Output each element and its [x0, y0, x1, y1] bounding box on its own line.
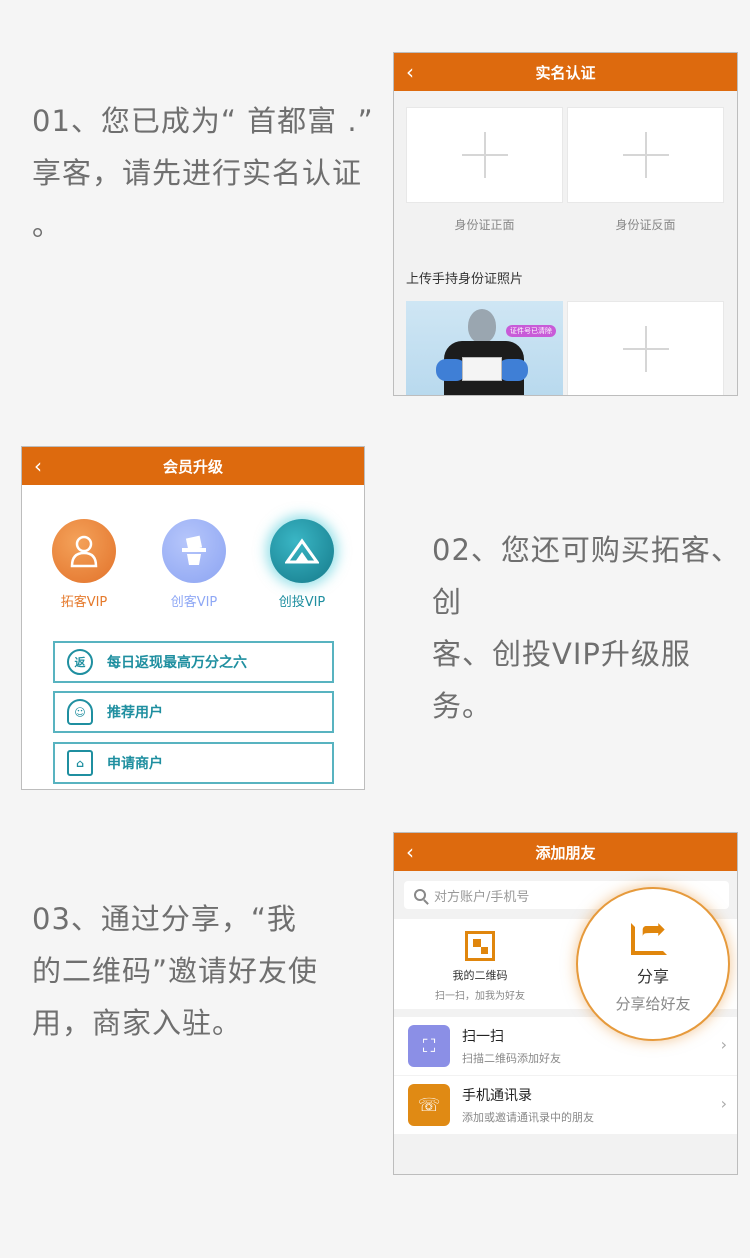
qr-code-icon: [465, 931, 495, 961]
store-icon: ⌂: [67, 750, 93, 776]
glove-right: [498, 359, 528, 381]
list-subtitle: 添加或邀请通讯录中的朋友: [462, 1111, 594, 1124]
list-title: 扫一扫: [462, 1029, 504, 1045]
step3-text: 03、通过分享，“我 的二维码”邀请好友使 用，商家入驻。: [32, 893, 318, 1049]
cashback-button[interactable]: 返 每日返现最高万分之六: [53, 641, 334, 683]
step1-line: 享客，请先进行实名认证: [32, 156, 363, 190]
phonebook-icon: ☏: [408, 1084, 450, 1126]
id-card: [462, 357, 502, 381]
chevron-left-icon[interactable]: ‹: [34, 454, 42, 478]
button-label: 每日返现最高万分之六: [107, 655, 247, 671]
step1-line: 01、您已成为“ 首都富 .”: [32, 104, 374, 138]
chevron-right-icon: ›: [720, 1094, 727, 1113]
scan-icon: ⛶: [408, 1025, 450, 1067]
vip-tier-chuangke[interactable]: 创客VIP: [162, 519, 226, 610]
button-label: 申请商户: [107, 756, 163, 772]
step2-text: 02、您还可购买拓客、创 客、创投VIP升级服务。: [432, 524, 750, 732]
id-back-upload[interactable]: [567, 107, 724, 203]
user-icon: ☺: [67, 699, 93, 725]
step1-line: 。: [32, 208, 63, 242]
list-subtitle: 扫描二维码添加好友: [462, 1052, 561, 1065]
step2-line: 02、您还可购买拓客、创: [432, 533, 741, 619]
list-title: 手机通讯录: [462, 1088, 532, 1104]
vip-tier-label: 创客VIP: [170, 595, 218, 610]
qr-subtitle: 扫一扫，加我为好友: [435, 991, 525, 1002]
apply-merchant-button[interactable]: ⌂ 申请商户: [53, 742, 334, 784]
share-icon: ➦: [631, 915, 675, 955]
handheld-section-label: 上传手持身份证照片: [406, 272, 524, 287]
step2-line: 客、创投VIP升级服务。: [432, 637, 691, 723]
vip-tier-tuoke[interactable]: 拓客VIP: [52, 519, 116, 610]
share-title: 分享: [636, 967, 669, 986]
plus-icon: [461, 132, 508, 178]
step3-line: 03、通过分享，“我: [32, 902, 297, 936]
step1-text: 01、您已成为“ 首都富 .” 享客，请先进行实名认证 。: [32, 95, 374, 251]
user-icon: [52, 519, 116, 583]
vip-tier-label: 拓客VIP: [60, 595, 108, 610]
share-subtitle: 分享给好友: [615, 995, 691, 1013]
add-friend-screen: ‹ 添加朋友 对方账户/手机号 我的二维码 扫一扫，加我为好友 ⛶ 扫一扫 扫描…: [393, 832, 738, 1175]
chevron-right-icon: ›: [720, 1035, 727, 1054]
cashback-icon: 返: [67, 649, 93, 675]
button-label: 推荐用户: [107, 705, 163, 721]
chevron-left-icon[interactable]: ‹: [406, 60, 414, 84]
realname-screen: ‹ 实名认证 身份证正面 身份证反面 上传手持身份证照片 证件号已清除: [393, 52, 738, 396]
id-front-upload[interactable]: [406, 107, 563, 203]
page-title: 实名认证: [535, 63, 596, 82]
share-button[interactable]: ➦ 分享 分享给好友: [576, 887, 730, 1041]
hat-icon: [162, 519, 226, 583]
recommend-user-button[interactable]: ☺ 推荐用户: [53, 691, 334, 733]
vip-tier-chuangtou[interactable]: 创投VIP: [270, 519, 334, 610]
add-friend-header: ‹ 添加朋友: [394, 833, 737, 871]
upgrade-header: ‹ 会员升级: [22, 447, 364, 485]
my-qr-code-tile[interactable]: 我的二维码 扫一扫，加我为好友: [394, 919, 566, 1009]
plus-icon: [622, 326, 669, 372]
photo-badge: 证件号已清除: [506, 325, 556, 337]
search-icon: [414, 889, 426, 901]
search-placeholder: 对方账户/手机号: [434, 889, 530, 905]
chevron-left-icon[interactable]: ‹: [406, 840, 414, 864]
triangle-logo-icon: [270, 519, 334, 583]
id-front-label: 身份证正面: [454, 218, 515, 232]
plus-icon: [622, 132, 669, 178]
page-title: 添加朋友: [535, 843, 596, 862]
handheld-id-photo[interactable]: 证件号已清除: [406, 301, 563, 395]
vip-tier-label: 创投VIP: [278, 595, 326, 610]
contacts-list-item[interactable]: ☏ 手机通讯录 添加或邀请通讯录中的朋友 ›: [394, 1076, 737, 1134]
id-back-label: 身份证反面: [615, 218, 676, 232]
handheld-extra-upload[interactable]: [567, 301, 724, 395]
person-head: [468, 309, 496, 343]
member-upgrade-screen: ‹ 会员升级 拓客VIP 创客VIP 创投VIP 返 每日返现最高万分之六 ☺ …: [21, 446, 365, 790]
qr-title: 我的二维码: [452, 969, 508, 982]
page-title: 会员升级: [162, 457, 223, 476]
step3-line: 的二维码”邀请好友使: [32, 954, 319, 988]
step3-line: 用，商家入驻。: [32, 1006, 243, 1040]
realname-header: ‹ 实名认证: [394, 53, 737, 91]
